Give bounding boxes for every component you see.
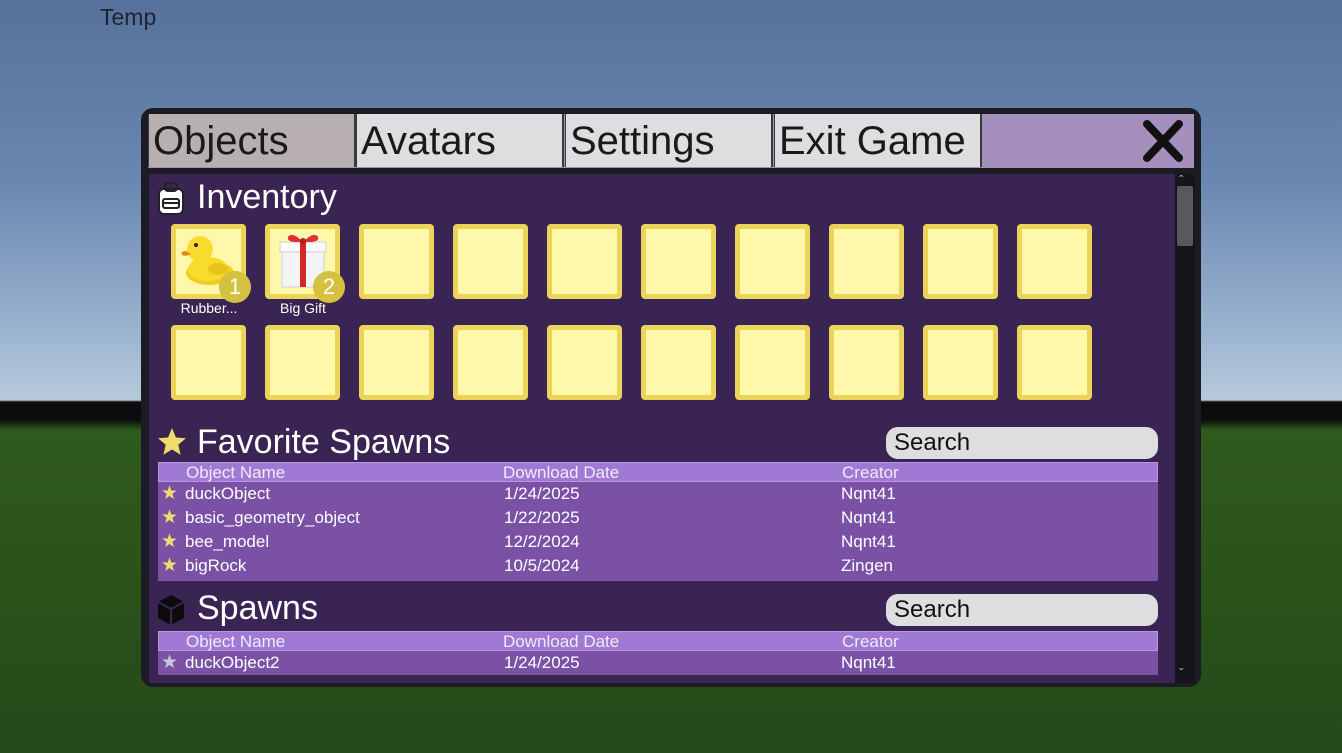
favorite-star-icon[interactable]: ★ <box>161 506 178 529</box>
star-icon <box>158 428 186 455</box>
inventory-slot[interactable] <box>923 224 998 299</box>
column-object-name: Object Name <box>186 632 286 651</box>
spawns-search-input[interactable]: Search <box>886 594 1158 626</box>
object-name-cell: bee_model <box>185 532 270 551</box>
inventory-slot[interactable] <box>923 325 998 400</box>
column-creator: Creator <box>842 632 899 651</box>
column-download-date: Download Date <box>503 632 620 651</box>
object-name-cell: bigRock <box>185 556 247 575</box>
creator-cell: Zingen <box>841 556 893 575</box>
cube-icon <box>157 595 185 625</box>
inventory-slot[interactable] <box>829 325 904 400</box>
item-count-badge: 2 <box>313 271 345 303</box>
creator-cell: Nqnt41 <box>841 653 896 672</box>
inventory-slot[interactable] <box>359 224 434 299</box>
object-name-cell: duckObject <box>185 484 271 503</box>
scrollbar-thumb[interactable] <box>1177 186 1193 246</box>
close-button[interactable] <box>1142 118 1184 164</box>
inventory-slot[interactable] <box>641 224 716 299</box>
inventory-title: Inventory <box>197 178 337 216</box>
inventory-slot[interactable] <box>359 325 434 400</box>
object-name-cell: duckObject2 <box>185 653 280 672</box>
tab-settings[interactable]: Settings <box>565 114 773 167</box>
chevron-down-icon[interactable]: ˇ <box>1179 665 1184 681</box>
favorites-table-header: Object Name Download Date Creator <box>158 462 1158 482</box>
game-menu-panel: Objects Avatars Settings Exit Game Inven… <box>141 108 1201 687</box>
temp-label: Temp <box>100 4 157 30</box>
favorite-star-icon[interactable]: ★ <box>161 651 178 674</box>
inventory-slot[interactable] <box>453 325 528 400</box>
objects-content: Inventory 1 Rubber... 2 Big Gift Favorite S… <box>149 174 1175 683</box>
table-row[interactable]: ★ basic_geometry_object 1/22/2025 Nqnt41 <box>158 506 1158 530</box>
item-name-label: Big Gift <box>280 300 326 316</box>
content-scrollbar[interactable]: ˆ ˇ <box>1175 172 1195 683</box>
download-date-cell: 10/5/2024 <box>504 556 580 575</box>
favorites-search-input[interactable]: Search <box>886 427 1158 459</box>
item-count-badge: 1 <box>219 271 251 303</box>
column-creator: Creator <box>842 463 899 482</box>
favorite-spawns-title: Favorite Spawns <box>197 423 451 461</box>
table-row[interactable]: ★ duckObject 1/24/2025 Nqnt41 <box>158 482 1158 506</box>
inventory-slot[interactable] <box>171 325 246 400</box>
download-date-cell: 12/2/2024 <box>504 532 580 551</box>
favorites-table: Object Name Download Date Creator ★ duckO… <box>158 462 1158 581</box>
column-download-date: Download Date <box>503 463 620 482</box>
object-name-cell: basic_geometry_object <box>185 508 360 527</box>
download-date-cell: 1/24/2025 <box>504 653 580 672</box>
creator-cell: Nqnt41 <box>841 532 896 551</box>
inventory-slot[interactable] <box>1017 224 1092 299</box>
tab-bar: Objects Avatars Settings Exit Game <box>148 114 1194 168</box>
table-row[interactable]: ★ duckObject2 1/24/2025 Nqnt41 <box>158 651 1158 675</box>
favorite-star-icon[interactable]: ★ <box>161 554 178 577</box>
favorite-star-icon[interactable]: ★ <box>161 530 178 553</box>
inventory-slot[interactable] <box>735 224 810 299</box>
spawns-table-header: Object Name Download Date Creator <box>158 631 1158 651</box>
download-date-cell: 1/22/2025 <box>504 508 580 527</box>
inventory-slot[interactable] <box>641 325 716 400</box>
creator-cell: Nqnt41 <box>841 484 896 503</box>
inventory-slot[interactable] <box>829 224 904 299</box>
column-object-name: Object Name <box>186 463 286 482</box>
tab-objects[interactable]: Objects <box>148 114 356 167</box>
table-row[interactable]: ★ bigRock 10/5/2024 Zingen <box>158 554 1158 578</box>
inventory-slot[interactable] <box>735 325 810 400</box>
tab-exit-game[interactable]: Exit Game <box>774 114 982 167</box>
tab-avatars[interactable]: Avatars <box>356 114 564 167</box>
table-row[interactable]: ★ bee_model 12/2/2024 Nqnt41 <box>158 530 1158 554</box>
download-date-cell: 1/24/2025 <box>504 484 580 503</box>
item-name-label: Rubber... <box>180 300 238 316</box>
favorite-star-icon[interactable]: ★ <box>161 482 178 505</box>
backpack-icon <box>158 182 184 215</box>
inventory-slot[interactable] <box>1017 325 1092 400</box>
inventory-slot[interactable] <box>265 325 340 400</box>
inventory-slot[interactable] <box>453 224 528 299</box>
inventory-slot[interactable] <box>547 224 622 299</box>
spawns-table: Object Name Download Date Creator ★ duckO… <box>158 631 1158 675</box>
spawns-title: Spawns <box>197 589 318 627</box>
creator-cell: Nqnt41 <box>841 508 896 527</box>
close-x-icon <box>1143 120 1183 162</box>
inventory-slot[interactable] <box>547 325 622 400</box>
